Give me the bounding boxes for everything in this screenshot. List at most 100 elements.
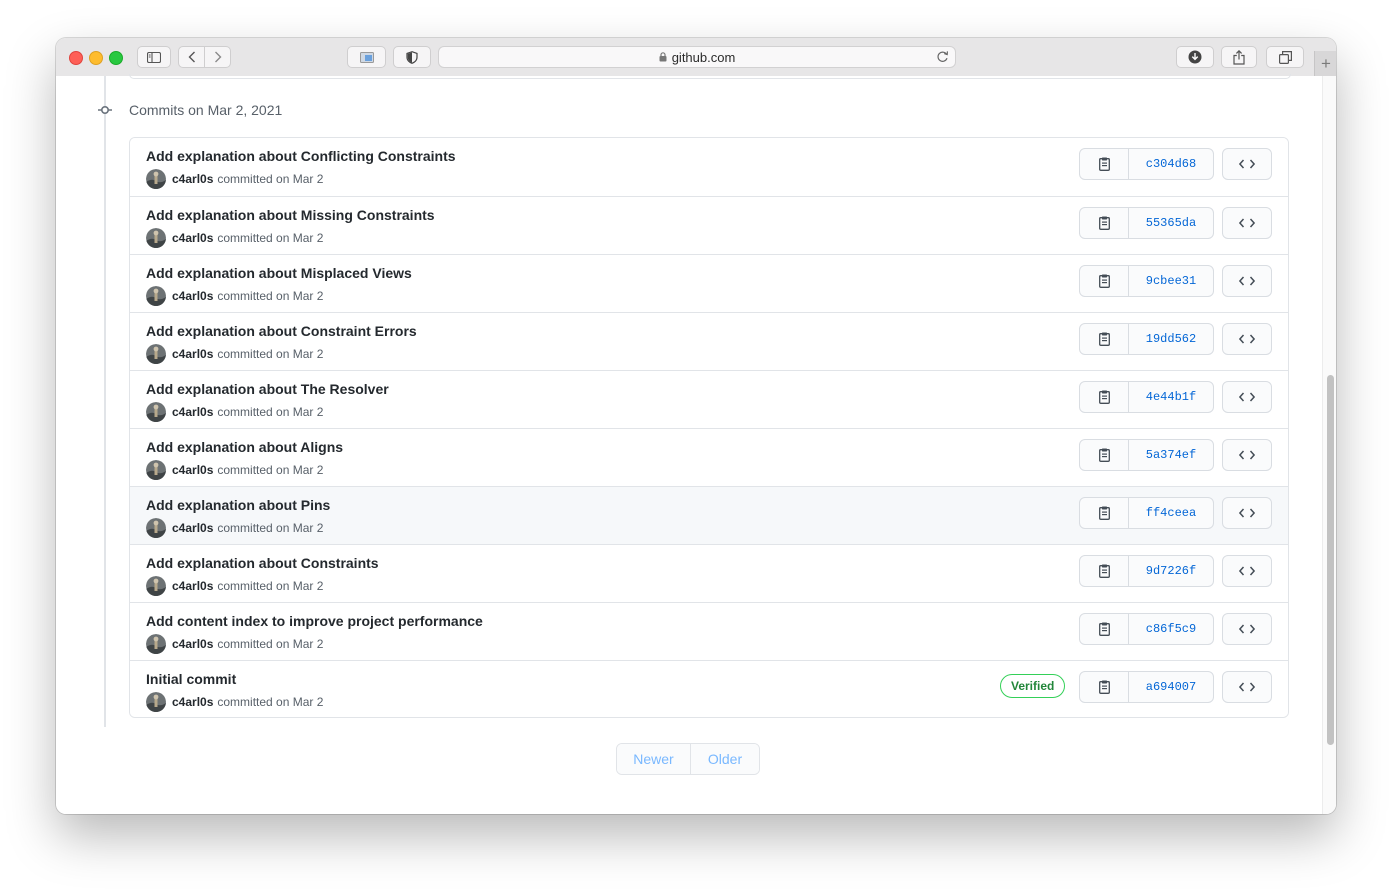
commit-sha-link[interactable]: 4e44b1f [1129, 382, 1213, 412]
sidebar-icon [147, 51, 161, 63]
commit-author-link[interactable]: c4arl0s [172, 172, 213, 186]
commit-row[interactable]: Add explanation about Pins c4arl0s commi… [130, 486, 1288, 544]
copy-sha-button[interactable] [1080, 208, 1129, 238]
author-avatar[interactable] [146, 344, 166, 364]
author-avatar[interactable] [146, 692, 166, 712]
commit-row[interactable]: Add explanation about Constraints c4arl0… [130, 544, 1288, 602]
commit-title-link[interactable]: Add explanation about Aligns [146, 439, 343, 455]
author-avatar[interactable] [146, 286, 166, 306]
new-tab-button[interactable]: + [1314, 51, 1336, 76]
older-button[interactable]: Older [691, 744, 759, 774]
commit-author-link[interactable]: c4arl0s [172, 521, 213, 535]
author-avatar[interactable] [146, 576, 166, 596]
commit-title-link[interactable]: Add explanation about Constraints [146, 555, 379, 571]
scrollbar-thumb[interactable] [1327, 375, 1334, 745]
commit-row[interactable]: Add explanation about The Resolver c4arl… [130, 370, 1288, 428]
author-avatar[interactable] [146, 169, 166, 189]
commit-author-link[interactable]: c4arl0s [172, 231, 213, 245]
commit-author-link[interactable]: c4arl0s [172, 289, 213, 303]
commit-title-link[interactable]: Add explanation about Conflicting Constr… [146, 148, 456, 164]
commit-sha-link[interactable]: c304d68 [1129, 149, 1213, 179]
share-icon [1233, 49, 1245, 65]
commit-row[interactable]: Add content index to improve project per… [130, 602, 1288, 660]
author-avatar[interactable] [146, 402, 166, 422]
commit-sha-link[interactable]: 9cbee31 [1129, 266, 1213, 296]
tab-overview-button[interactable] [347, 46, 386, 68]
commit-sha-link[interactable]: ff4ceea [1129, 498, 1213, 528]
commit-title-link[interactable]: Add explanation about Pins [146, 497, 330, 513]
shield-icon [406, 50, 418, 64]
commit-author-link[interactable]: c4arl0s [172, 463, 213, 477]
author-avatar[interactable] [146, 518, 166, 538]
copy-sha-button[interactable] [1080, 498, 1129, 528]
share-button[interactable] [1221, 46, 1257, 68]
browse-repo-button[interactable] [1222, 207, 1272, 239]
address-bar[interactable]: github.com [438, 46, 956, 68]
commit-sha-link[interactable]: 19dd562 [1129, 324, 1213, 354]
commit-author-link[interactable]: c4arl0s [172, 405, 213, 419]
browse-repo-button[interactable] [1222, 439, 1272, 471]
browse-repo-button[interactable] [1222, 381, 1272, 413]
commit-row[interactable]: Add explanation about Misplaced Views c4… [130, 254, 1288, 312]
commit-title-link[interactable]: Add explanation about Misplaced Views [146, 265, 412, 281]
commit-author-link[interactable]: c4arl0s [172, 579, 213, 593]
close-window-button[interactable] [69, 51, 83, 65]
commit-sha-link[interactable]: a694007 [1129, 672, 1213, 702]
commit-row[interactable]: Add explanation about Aligns c4arl0s com… [130, 428, 1288, 486]
privacy-report-button[interactable] [393, 46, 431, 68]
minimize-window-button[interactable] [89, 51, 103, 65]
downloads-button[interactable] [1176, 46, 1214, 68]
copy-sha-button[interactable] [1080, 614, 1129, 644]
commit-author-link[interactable]: c4arl0s [172, 347, 213, 361]
commit-author-link[interactable]: c4arl0s [172, 695, 213, 709]
commit-meta: c4arl0s committed on Mar 2 [146, 518, 323, 538]
zoom-window-button[interactable] [109, 51, 123, 65]
browse-repo-button[interactable] [1222, 323, 1272, 355]
commit-title-link[interactable]: Add explanation about Missing Constraint… [146, 207, 435, 223]
reload-icon[interactable] [936, 50, 949, 67]
browse-repo-button[interactable] [1222, 265, 1272, 297]
browse-repo-button[interactable] [1222, 148, 1272, 180]
forward-button[interactable] [204, 46, 231, 68]
browse-repo-button[interactable] [1222, 497, 1272, 529]
commit-sha-group: ff4ceea [1079, 497, 1214, 529]
show-all-tabs-button[interactable] [1266, 46, 1304, 68]
commit-title-link[interactable]: Add explanation about Constraint Errors [146, 323, 417, 339]
browse-repo-button[interactable] [1222, 555, 1272, 587]
copy-sha-button[interactable] [1080, 149, 1129, 179]
author-avatar[interactable] [146, 228, 166, 248]
verified-badge[interactable]: Verified [1000, 674, 1066, 698]
commit-row[interactable]: Add explanation about Constraint Errors … [130, 312, 1288, 370]
sidebar-toggle-button[interactable] [137, 46, 171, 68]
browse-repo-button[interactable] [1222, 613, 1272, 645]
copy-sha-button[interactable] [1080, 324, 1129, 354]
author-avatar[interactable] [146, 460, 166, 480]
commit-sha-link[interactable]: 9d7226f [1129, 556, 1213, 586]
copy-sha-button[interactable] [1080, 266, 1129, 296]
author-avatar[interactable] [146, 634, 166, 654]
clipboard-icon [1098, 274, 1110, 288]
commit-title-link[interactable]: Initial commit [146, 671, 236, 687]
clipboard-icon [1098, 680, 1110, 694]
copy-sha-button[interactable] [1080, 556, 1129, 586]
commits-date-header: Commits on Mar 2, 2021 [129, 102, 283, 118]
code-icon [1239, 508, 1255, 518]
commit-title-link[interactable]: Add content index to improve project per… [146, 613, 483, 629]
commit-sha-link[interactable]: 55365da [1129, 208, 1213, 238]
copy-sha-button[interactable] [1080, 440, 1129, 470]
commit-row[interactable]: Initial commit c4arl0s committed on Mar … [130, 660, 1288, 717]
commit-sha-link[interactable]: 5a374ef [1129, 440, 1213, 470]
back-button[interactable] [178, 46, 205, 68]
commit-sha-link[interactable]: c86f5c9 [1129, 614, 1213, 644]
newer-button[interactable]: Newer [617, 744, 691, 774]
browse-repo-button[interactable] [1222, 671, 1272, 703]
commit-date-text: committed on Mar 2 [217, 289, 324, 303]
commit-title-link[interactable]: Add explanation about The Resolver [146, 381, 389, 397]
commit-row[interactable]: Add explanation about Conflicting Constr… [130, 138, 1288, 196]
commit-row[interactable]: Add explanation about Missing Constraint… [130, 196, 1288, 254]
commit-author-link[interactable]: c4arl0s [172, 637, 213, 651]
copy-sha-button[interactable] [1080, 672, 1129, 702]
clipboard-icon [1098, 216, 1110, 230]
copy-sha-button[interactable] [1080, 382, 1129, 412]
commit-date-text: committed on Mar 2 [217, 637, 324, 651]
